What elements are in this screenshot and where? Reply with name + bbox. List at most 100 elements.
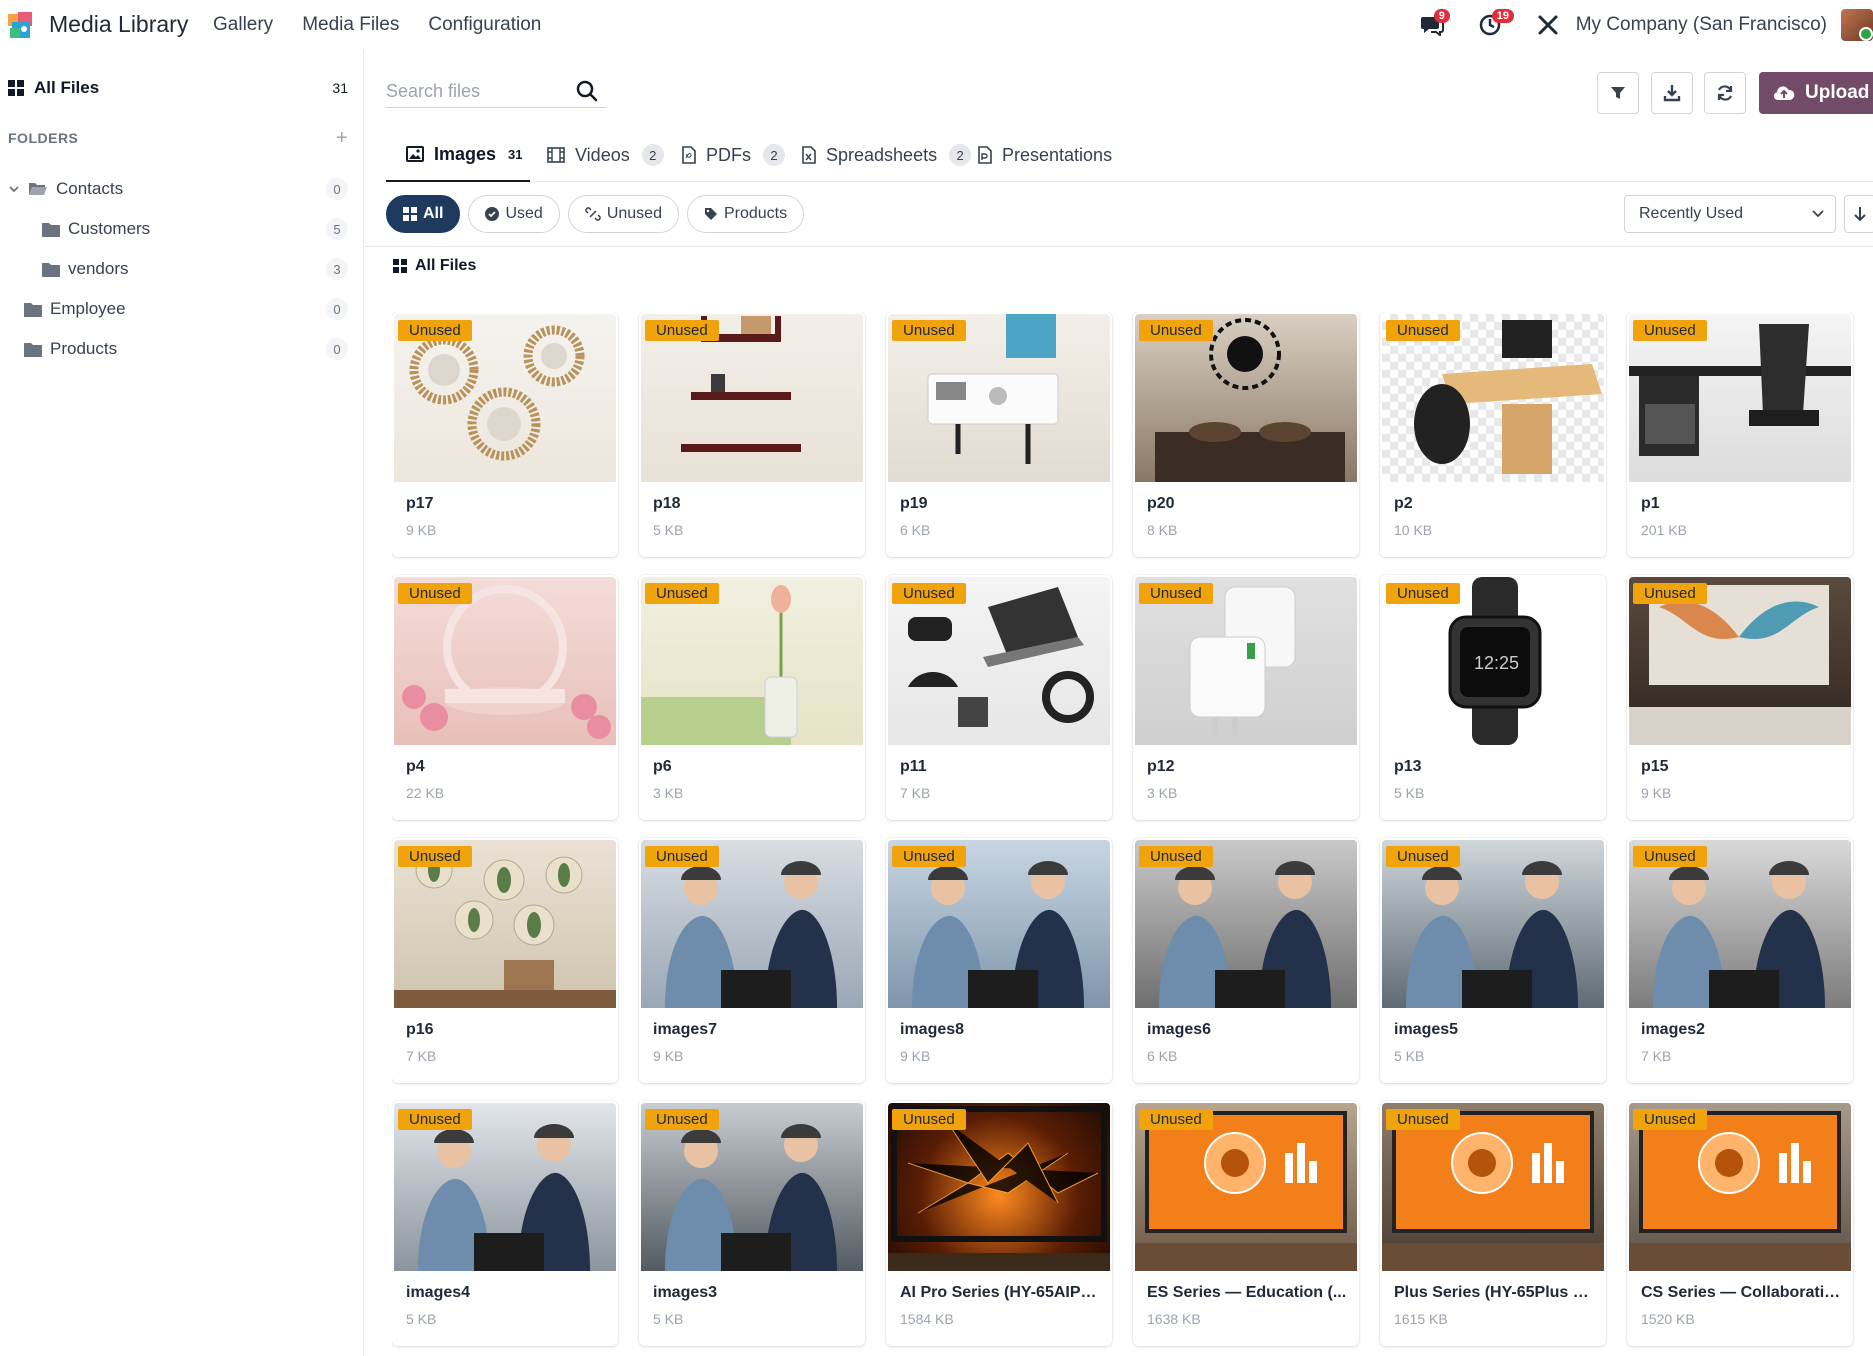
search-box bbox=[386, 76, 606, 108]
download-icon bbox=[1663, 85, 1681, 102]
file-name: ES Series — Education (... bbox=[1147, 1284, 1347, 1301]
media-card[interactable]: Unused p6 3 KB bbox=[639, 575, 865, 820]
tab-count: 2 bbox=[763, 144, 785, 166]
sidebar-item-contacts[interactable]: Contacts 0 bbox=[8, 176, 348, 202]
file-size: 9 KB bbox=[900, 1048, 931, 1064]
sidebar-item-products[interactable]: Products 0 bbox=[24, 336, 348, 362]
chevron-down-icon[interactable] bbox=[8, 183, 20, 195]
all-files-item[interactable]: All Files 31 bbox=[8, 76, 348, 100]
toolbar-divider bbox=[365, 246, 1873, 247]
folders-sidebar: All Files 31 FOLDERS + Contacts 0 Custom… bbox=[0, 50, 364, 1356]
folder-icon bbox=[42, 262, 60, 277]
unused-badge: Unused bbox=[1139, 846, 1213, 867]
media-card[interactable]: Unused p11 7 KB bbox=[886, 575, 1112, 820]
file-name: p4 bbox=[406, 758, 425, 775]
add-folder-icon[interactable]: + bbox=[336, 127, 348, 150]
filter-products[interactable]: Products bbox=[686, 195, 805, 233]
media-card[interactable]: Unused images6 6 KB bbox=[1133, 838, 1359, 1083]
media-card[interactable]: Unused p20 8 KB bbox=[1133, 312, 1359, 557]
sort-direction-button[interactable] bbox=[1844, 195, 1873, 233]
unused-badge: Unused bbox=[1633, 583, 1707, 604]
media-card[interactable]: Unused images4 5 KB bbox=[392, 1101, 618, 1346]
media-card[interactable]: Unused images8 9 KB bbox=[886, 838, 1112, 1083]
media-card[interactable]: Unused images3 5 KB bbox=[639, 1101, 865, 1346]
filter-used[interactable]: Used bbox=[468, 195, 560, 233]
media-card[interactable]: 12:25 Unused p13 5 KB bbox=[1380, 575, 1606, 820]
tab-pdfs[interactable]: PDFs 2 bbox=[682, 128, 785, 182]
file-size: 5 KB bbox=[653, 1311, 684, 1327]
media-card[interactable]: Unused AI Pro Series (HY-65AIPR... 1584 KB bbox=[886, 1101, 1112, 1346]
filter-unused[interactable]: Unused bbox=[567, 195, 679, 233]
file-size: 5 KB bbox=[406, 1311, 437, 1327]
unused-badge: Unused bbox=[892, 320, 966, 341]
media-card[interactable]: Unused p1 201 KB bbox=[1627, 312, 1853, 557]
unused-badge: Unused bbox=[1139, 1109, 1213, 1130]
media-card[interactable]: Unused p16 7 KB bbox=[392, 838, 618, 1083]
media-card[interactable]: Unused CS Series — Collaboratio... 1520 KB bbox=[1627, 1101, 1853, 1346]
media-card[interactable]: Unused ES Series — Education (... 1638 KB bbox=[1133, 1101, 1359, 1346]
media-library-logo-icon[interactable] bbox=[4, 8, 38, 42]
file-name: images8 bbox=[900, 1021, 965, 1038]
folder-icon bbox=[24, 342, 42, 357]
unused-badge: Unused bbox=[1139, 320, 1213, 341]
messages-button[interactable]: 9 bbox=[1412, 5, 1452, 45]
tab-presentations[interactable]: Presentations bbox=[978, 128, 1112, 182]
tab-label: Spreadsheets bbox=[826, 144, 938, 165]
sidebar-item-vendors[interactable]: vendors 3 bbox=[42, 256, 348, 282]
file-size: 7 KB bbox=[1641, 1048, 1672, 1064]
tab-label: Images bbox=[434, 143, 497, 164]
media-card[interactable]: Unused images2 7 KB bbox=[1627, 838, 1853, 1083]
image-icon bbox=[406, 146, 424, 162]
debug-tools-button[interactable] bbox=[1528, 5, 1568, 45]
unused-badge: Unused bbox=[1633, 1109, 1707, 1130]
sidebar-item-employee[interactable]: Employee 0 bbox=[24, 296, 348, 322]
filter-button[interactable] bbox=[1597, 72, 1639, 114]
tools-icon bbox=[1538, 15, 1558, 35]
media-card[interactable]: Unused Plus Series (HY-65Plus H... 1615 KB bbox=[1380, 1101, 1606, 1346]
presentation-file-icon bbox=[978, 146, 992, 164]
sort-select[interactable]: Recently Used bbox=[1624, 195, 1836, 233]
filter-all[interactable]: All bbox=[386, 195, 461, 233]
sidebar-item-label: Contacts bbox=[56, 179, 124, 198]
refresh-button[interactable] bbox=[1704, 72, 1746, 114]
search-input[interactable] bbox=[386, 81, 566, 102]
filter-label: Unused bbox=[606, 205, 662, 222]
user-avatar[interactable] bbox=[1841, 9, 1873, 41]
media-card[interactable]: Unused p4 22 KB bbox=[392, 575, 618, 820]
unused-badge: Unused bbox=[398, 583, 472, 604]
media-card[interactable]: Unused p2 10 KB bbox=[1380, 312, 1606, 557]
upload-button[interactable]: Upload bbox=[1759, 72, 1873, 114]
app-title[interactable]: Media Library bbox=[49, 11, 188, 38]
media-card[interactable]: Unused p17 9 KB bbox=[392, 312, 618, 557]
menu-media-files[interactable]: Media Files bbox=[302, 14, 399, 36]
tab-images[interactable]: Images 31 bbox=[386, 128, 530, 182]
activities-button[interactable]: 19 bbox=[1470, 5, 1514, 45]
grid-icon bbox=[403, 207, 417, 221]
download-button[interactable] bbox=[1651, 72, 1693, 114]
company-switcher[interactable]: My Company (San Francisco) bbox=[1576, 14, 1827, 36]
menu-gallery[interactable]: Gallery bbox=[213, 14, 273, 36]
search-icon[interactable] bbox=[576, 80, 598, 102]
media-card[interactable]: Unused p12 3 KB bbox=[1133, 575, 1359, 820]
media-card[interactable]: Unused p18 5 KB bbox=[639, 312, 865, 557]
file-size: 9 KB bbox=[1641, 785, 1672, 801]
media-grid: Unused p17 9 KB Unused p18 5 KB Unused p19 6 KB U… bbox=[392, 312, 1873, 1356]
media-card[interactable]: Unused images5 5 KB bbox=[1380, 838, 1606, 1083]
sidebar-item-customers[interactable]: Customers 5 bbox=[42, 216, 348, 242]
filter-label: Used bbox=[505, 205, 543, 222]
tab-videos[interactable]: Videos 2 bbox=[547, 128, 664, 182]
file-name: images5 bbox=[1394, 1021, 1459, 1038]
all-files-count: 31 bbox=[332, 80, 348, 96]
media-card[interactable]: Unused p19 6 KB bbox=[886, 312, 1112, 557]
sidebar-item-label: Customers bbox=[68, 219, 151, 238]
file-size: 5 KB bbox=[1394, 785, 1425, 801]
menu-configuration[interactable]: Configuration bbox=[428, 14, 541, 36]
media-card[interactable]: Unused p15 9 KB bbox=[1627, 575, 1853, 820]
funnel-icon bbox=[1611, 87, 1625, 99]
media-card[interactable]: Unused images7 9 KB bbox=[639, 838, 865, 1083]
file-name: p17 bbox=[406, 495, 434, 512]
arrow-down-icon bbox=[1854, 207, 1866, 222]
file-name: images4 bbox=[406, 1284, 471, 1301]
tab-spreadsheets[interactable]: Spreadsheets 2 bbox=[802, 128, 972, 182]
cloud-upload-icon bbox=[1773, 86, 1795, 101]
